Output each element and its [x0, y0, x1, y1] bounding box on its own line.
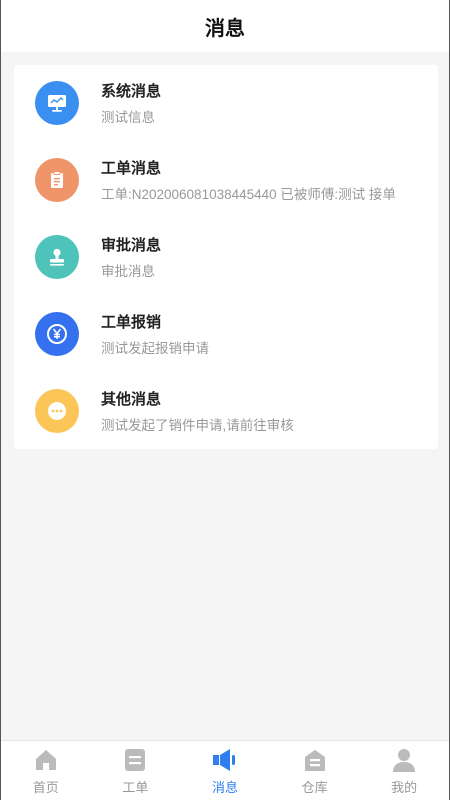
user-icon: [391, 747, 417, 773]
home-icon: [33, 747, 59, 773]
message-title: 审批消息: [101, 237, 162, 254]
message-item-system[interactable]: 系统消息 测试信息: [14, 65, 438, 142]
message-preview: 测试发起了销件申请,请前往审核: [101, 418, 294, 433]
bottom-tab-bar: 首页 工单 消息 仓库 我的: [1, 740, 449, 800]
yen-coin-icon: [35, 312, 79, 356]
message-title: 系统消息: [101, 83, 162, 100]
top-bar: 消息: [1, 0, 449, 52]
tab-work-order[interactable]: 工单: [91, 741, 181, 800]
tab-label: 工单: [122, 780, 149, 795]
tab-label: 首页: [32, 780, 59, 795]
clipboard-icon: [35, 158, 79, 202]
warehouse-icon: [302, 747, 328, 773]
tab-label: 我的: [391, 780, 418, 795]
message-item-work-order[interactable]: 工单消息 工单:N202006081038445440 已被师傅:测试 接单: [14, 142, 438, 219]
message-title: 其他消息: [101, 391, 162, 408]
tab-profile[interactable]: 我的: [359, 741, 449, 800]
tab-messages[interactable]: 消息: [180, 741, 270, 800]
tab-label: 仓库: [301, 780, 328, 795]
order-icon: [122, 747, 148, 773]
megaphone-icon: [212, 747, 238, 773]
page-title: 消息: [205, 17, 245, 40]
message-item-reimbursement[interactable]: 工单报销 测试发起报销申请: [14, 296, 438, 373]
tab-warehouse[interactable]: 仓库: [270, 741, 360, 800]
message-preview: 工单:N202006081038445440 已被师傅:测试 接单: [101, 187, 396, 202]
message-preview: 测试发起报销申请: [101, 341, 209, 356]
chat-dots-icon: [35, 389, 79, 433]
message-preview: 审批消息: [101, 264, 155, 279]
tab-home[interactable]: 首页: [1, 741, 91, 800]
message-title: 工单消息: [101, 160, 162, 177]
message-item-other[interactable]: 其他消息 测试发起了销件申请,请前往审核: [14, 373, 438, 450]
tab-label: 消息: [211, 780, 238, 795]
message-item-approval[interactable]: 审批消息 审批消息: [14, 219, 438, 296]
message-preview: 测试信息: [101, 110, 155, 125]
message-title: 工单报销: [101, 314, 162, 331]
monitor-icon: [35, 81, 79, 125]
message-list: 系统消息 测试信息 工单消息 工单:N202006081038445440 已被…: [14, 65, 438, 449]
stamp-icon: [35, 235, 79, 279]
